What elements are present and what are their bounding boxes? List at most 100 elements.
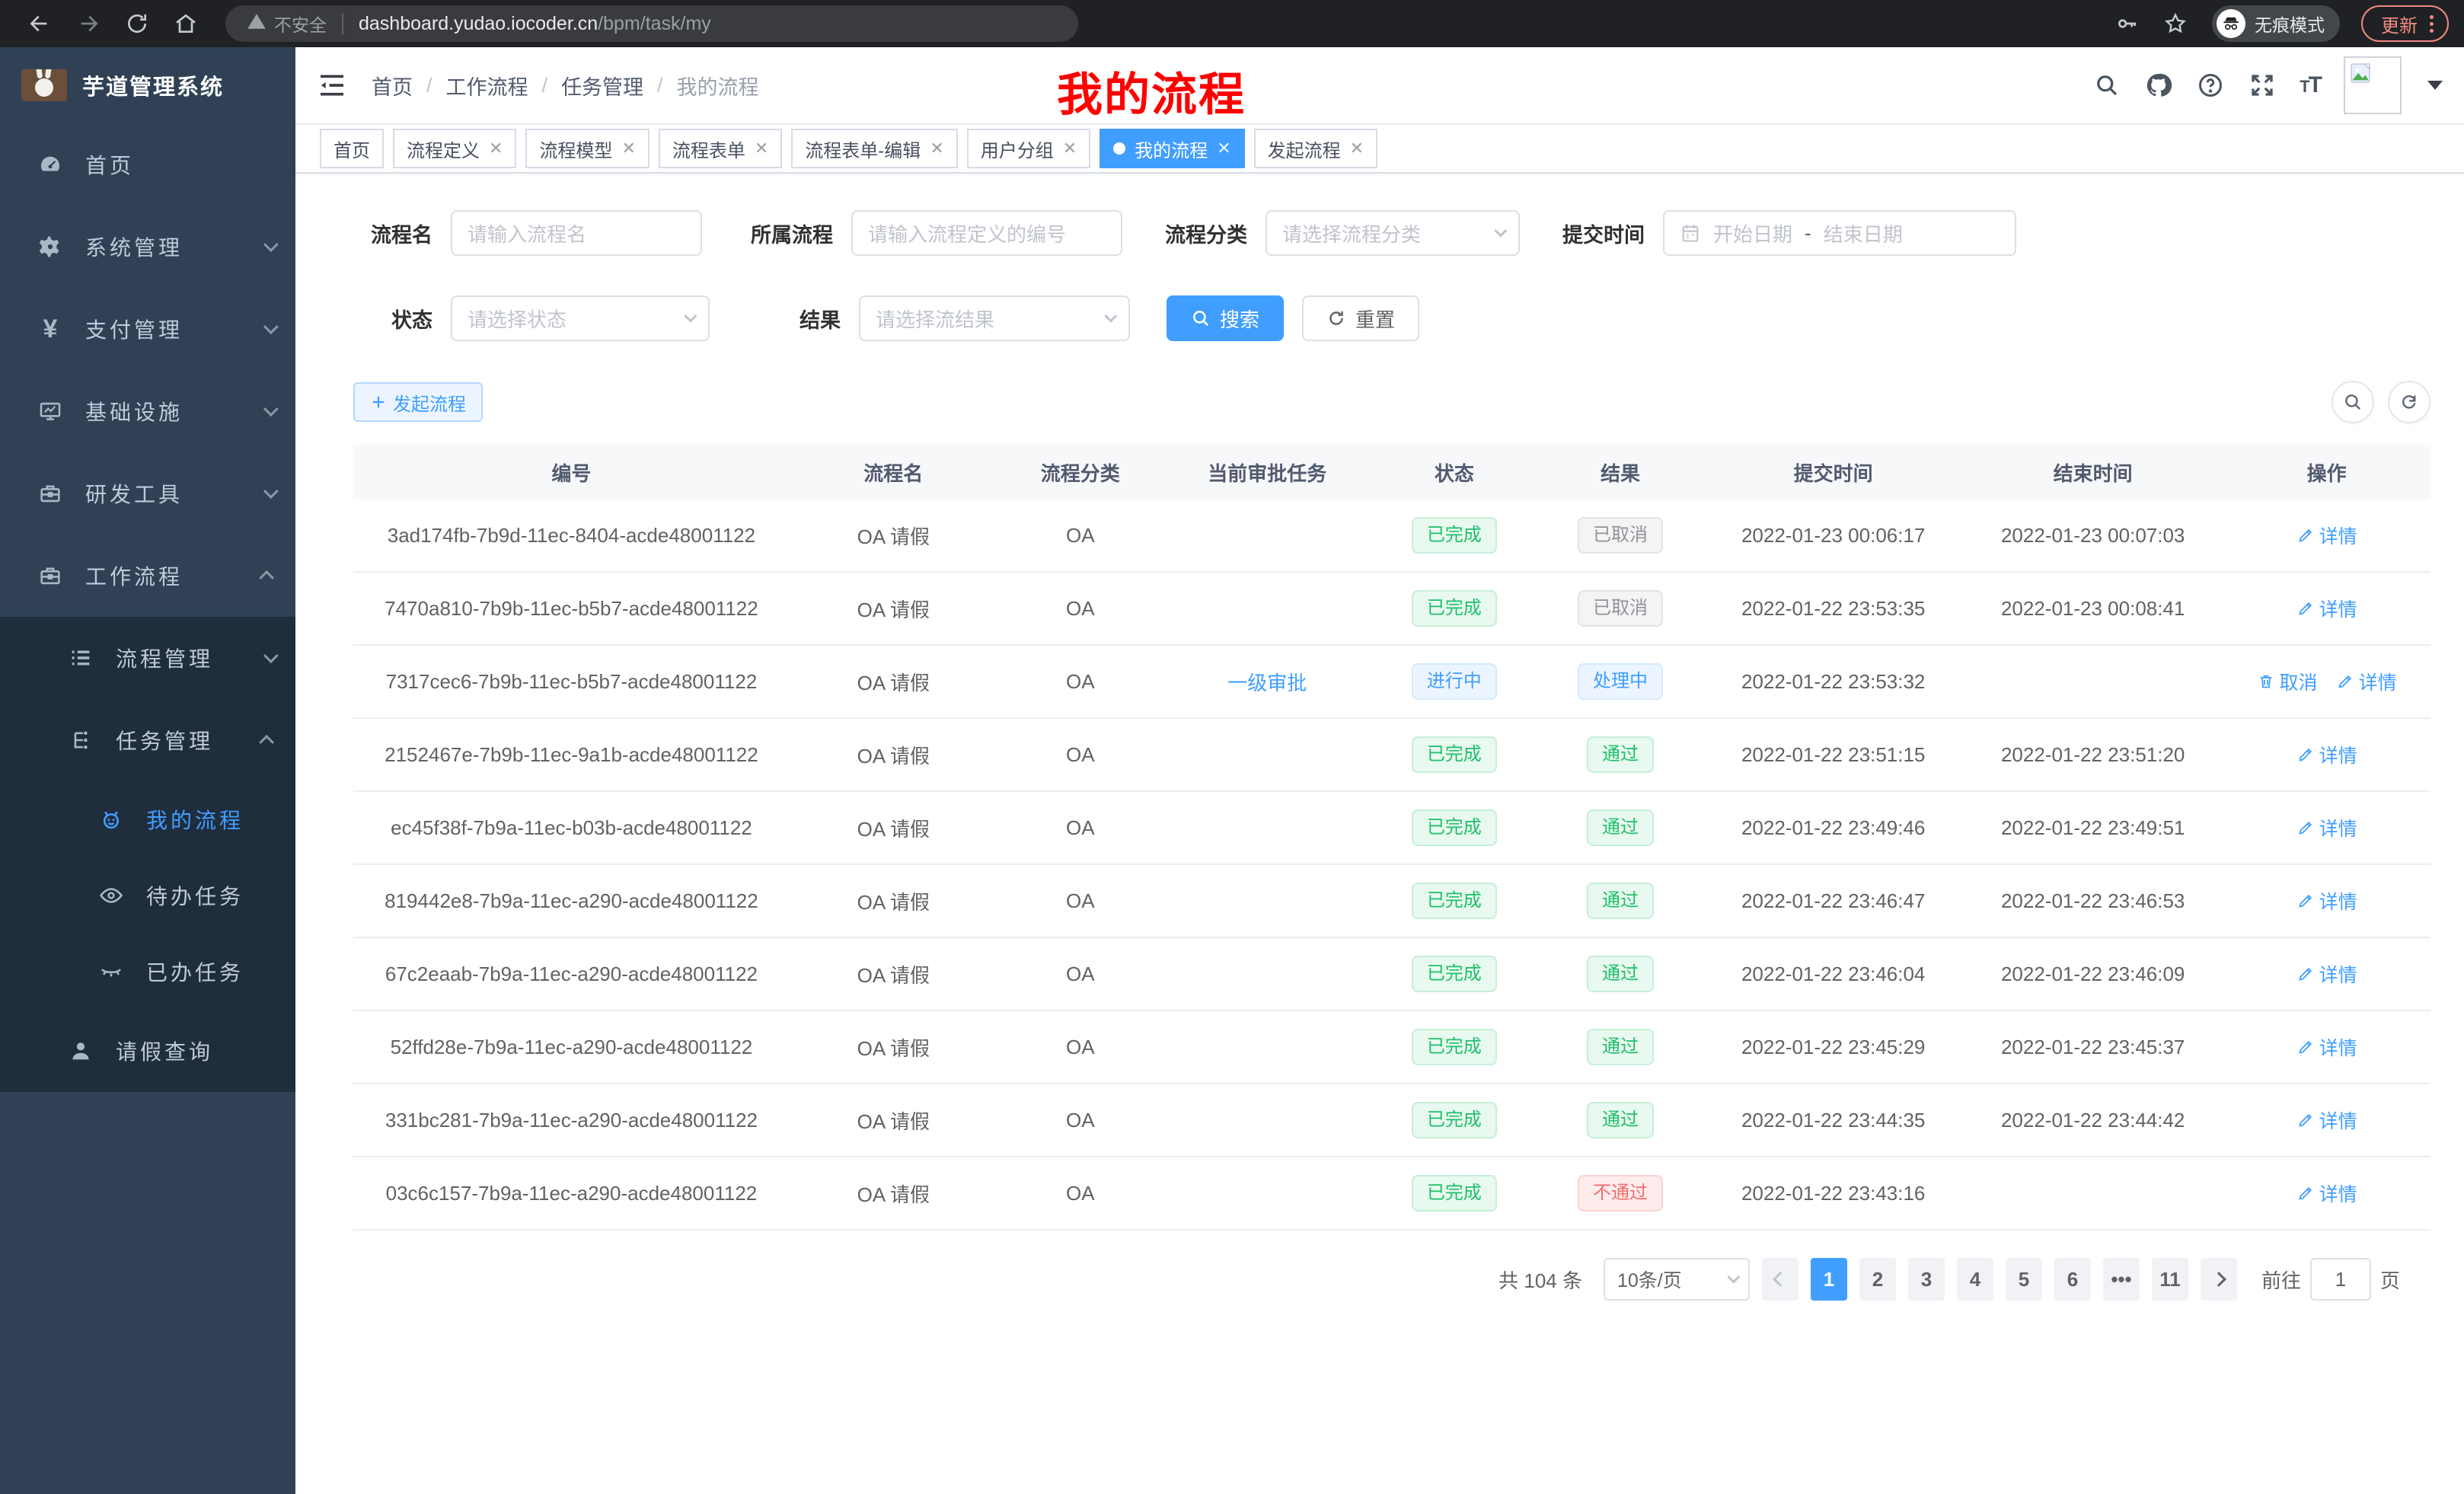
create-process-button[interactable]: 发起流程 [353,382,483,422]
close-icon[interactable]: ✕ [1063,140,1077,157]
reset-button[interactable]: 重置 [1302,295,1419,341]
help-icon[interactable] [2196,71,2225,100]
fullscreen-icon[interactable] [2248,71,2277,100]
detail-link[interactable]: 详情 [2296,522,2357,549]
tag-tab-8[interactable]: 发起流程 ✕ [1254,129,1377,168]
header-search-icon[interactable] [2092,71,2121,100]
sidebar-item-12[interactable]: 请假查询 [0,1010,295,1092]
fontsize-icon[interactable]: TT [2300,72,2321,98]
category-select[interactable]: 请选择流程分类 [1266,210,1520,256]
update-button[interactable]: 更新 [2361,5,2449,42]
close-icon[interactable]: ✕ [1217,140,1230,157]
tag-tab-1[interactable]: 首页 [320,129,384,168]
detail-link[interactable]: 详情 [2296,741,2357,768]
reload-icon[interactable] [123,10,151,37]
cancel-link[interactable]: 取消 [2257,668,2318,695]
show-search-button[interactable] [2332,381,2374,423]
refresh-button[interactable] [2388,381,2430,423]
status-select[interactable]: 请选择状态 [451,295,710,341]
sidebar-menu: 首页系统管理¥支付管理基础设施研发工具工作流程流程管理任务管理我的流程待办任务已… [0,123,295,1494]
breadcrumb-item-1[interactable]: 首页 [372,71,413,101]
tag-tab-7[interactable]: 我的流程✕ [1100,129,1244,168]
home-icon[interactable] [172,10,199,37]
close-icon[interactable]: ✕ [930,140,943,157]
goto-page-input[interactable]: 1 [2310,1258,2371,1301]
sidebar-item-11[interactable]: 已办任务 [0,934,295,1010]
bookmark-star-icon[interactable] [2162,10,2189,37]
cell-actions: 详情 [2223,887,2430,915]
sidebar-item-4[interactable]: 基础设施 [0,370,295,452]
tab-label: 发起流程 [1268,136,1341,162]
tag-tab-3[interactable]: 流程模型✕ [525,129,649,168]
sidebar-item-8[interactable]: 任务管理 [0,699,295,781]
cell-result: 不通过 [1537,1175,1703,1211]
avatar-caret-icon[interactable] [2427,81,2443,90]
detail-link[interactable]: 详情 [2336,668,2397,695]
result-select[interactable]: 请选择流结果 [859,295,1130,341]
tag-tab-5[interactable]: 流程表单-编辑✕ [791,129,957,168]
app-logo-row[interactable]: 芋道管理系统 [0,47,295,123]
detail-link[interactable]: 详情 [2296,595,2357,622]
chevron-down-icon [263,484,279,499]
sidebar-item-9[interactable]: 我的流程 [0,781,295,857]
close-icon[interactable]: ✕ [755,140,768,157]
owner-process-input[interactable]: 请输入流程定义的编号 [851,210,1122,256]
tag-tab-6[interactable]: 用户分组 ✕ [967,129,1090,168]
yen-icon: ¥ [37,315,64,343]
sidebar-item-6[interactable]: 工作流程 [0,535,295,617]
breadcrumb-item-3[interactable]: 任务管理 [561,71,643,101]
sidebar-collapse-icon[interactable] [317,70,347,101]
page-button-1[interactable]: 1 [1811,1258,1847,1301]
sidebar-item-7[interactable]: 流程管理 [0,617,295,699]
close-icon[interactable]: ✕ [1350,140,1364,157]
page-button-6[interactable]: 6 [2054,1258,2091,1301]
breadcrumb-item-2[interactable]: 工作流程 [446,71,528,101]
page-ellipsis[interactable]: ••• [2103,1258,2140,1301]
detail-link[interactable]: 详情 [2296,960,2357,988]
key-icon[interactable] [2113,10,2140,37]
page-button-5[interactable]: 5 [2006,1258,2042,1301]
table-row-2: 7470a810-7b9b-11ec-b5b7-acde48001122OA 请… [353,573,2430,646]
close-icon[interactable]: ✕ [489,140,503,157]
sidebar-item-5[interactable]: 研发工具 [0,452,295,535]
task-link[interactable]: 一级审批 [1227,672,1307,694]
eye-icon [97,882,125,909]
status-badge: 进行中 [1412,663,1497,700]
prev-page-button[interactable] [1762,1258,1799,1301]
sidebar-item-2[interactable]: 系统管理 [0,206,295,288]
page-button-11[interactable]: 11 [2152,1258,2188,1301]
process-name-input[interactable]: 请输入流程名 [451,210,702,256]
tag-tab-2[interactable]: 流程定义✕ [393,129,516,168]
detail-link[interactable]: 详情 [2296,1033,2357,1061]
tag-tab-4[interactable]: 流程表单✕ [659,129,782,168]
close-icon[interactable]: ✕ [621,140,635,157]
detail-link[interactable]: 详情 [2296,1180,2357,1207]
sidebar-item-10[interactable]: 待办任务 [0,857,295,934]
avatar[interactable] [2344,56,2402,114]
forward-icon[interactable] [75,10,102,37]
submit-time-range[interactable]: 开始日期 - 结束日期 [1663,210,2016,256]
table-row-8: 52ffd28e-7b9a-11ec-a290-acde48001122OA 请… [353,1011,2430,1084]
page-size-select[interactable]: 10条/页 [1604,1258,1750,1301]
page-button-4[interactable]: 4 [1957,1258,1993,1301]
address-bar[interactable]: 不安全 dashboard.yudao.iocoder.cn/bpm/task/… [225,5,1078,42]
column-header-8: 结束时间 [1963,458,2223,487]
browser-menu-icon[interactable] [2430,15,2434,33]
sidebar-item-3[interactable]: ¥支付管理 [0,288,295,370]
detail-link[interactable]: 详情 [2296,887,2357,915]
github-icon[interactable] [2144,71,2173,100]
warning-icon[interactable] [247,11,267,36]
page-button-3[interactable]: 3 [1908,1258,1945,1301]
plus-icon [370,394,387,410]
tab-label: 用户分组 [981,136,1054,162]
sidebar-item-1[interactable]: 首页 [0,123,295,206]
chevron-down-icon [263,401,279,417]
detail-link[interactable]: 详情 [2296,814,2357,841]
next-page-button[interactable] [2201,1258,2237,1301]
detail-link[interactable]: 详情 [2296,1106,2357,1134]
page-button-2[interactable]: 2 [1859,1258,1896,1301]
back-icon[interactable] [26,10,53,37]
sidebar-item-label: 我的流程 [146,804,274,835]
status-badge: 已完成 [1412,1102,1497,1138]
search-button[interactable]: 搜索 [1167,295,1284,341]
